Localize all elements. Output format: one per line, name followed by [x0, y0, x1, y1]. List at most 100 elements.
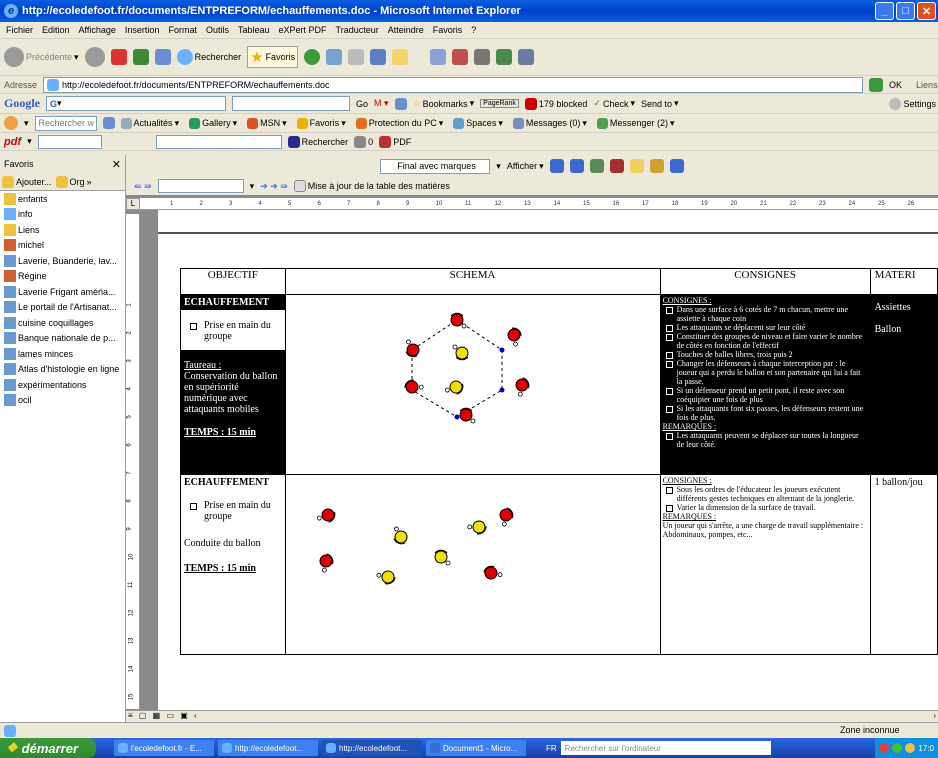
menu-item-7[interactable]: eXPert PDF [279, 25, 327, 35]
settings-button[interactable]: Settings [889, 97, 936, 110]
pdf-count-button[interactable]: 0 [354, 135, 373, 148]
menu-item-11[interactable]: ? [471, 25, 476, 35]
update-toc-button[interactable]: Mise à jour de la table des matières [293, 180, 450, 192]
favorite-item[interactable]: cuisine coquillages [0, 315, 125, 331]
taskbar-task-0[interactable]: l'ecoledefoot.fr - E... [114, 740, 214, 756]
horizontal-scrollbar[interactable]: ≡ ▢ ▦ ▭ ▣ ‹ › [126, 710, 938, 722]
home-icon[interactable] [154, 49, 171, 65]
favorite-item[interactable]: expérimentations [0, 377, 125, 393]
folder-icon[interactable] [392, 49, 409, 65]
edit-icon[interactable] [370, 49, 387, 65]
tray-icon-3[interactable] [905, 743, 916, 753]
menu-item-5[interactable]: Outils [206, 25, 229, 35]
popup-blocker-button[interactable]: 179 blocked [524, 97, 587, 110]
menu-item-0[interactable]: Fichier [6, 25, 33, 35]
close-button[interactable]: ✕ [917, 2, 936, 20]
pdf-button[interactable]: PDF [379, 135, 411, 148]
view-buttons[interactable]: ≡ ▢ ▦ ▭ ▣ ‹ [128, 711, 199, 720]
menu-item-3[interactable]: Insertion [125, 25, 160, 35]
organize-button[interactable]: Org » [55, 175, 92, 188]
tool-icon-2[interactable] [452, 49, 469, 65]
favorite-item[interactable]: Banque nationale de p... [0, 331, 125, 347]
accept-change-icon[interactable] [589, 159, 604, 173]
menu-item-10[interactable]: Favoris [433, 25, 463, 35]
forward-button[interactable] [84, 47, 105, 67]
language-indicator[interactable]: FR [546, 744, 557, 753]
links-button[interactable]: Liens [916, 80, 938, 90]
menu-item-4[interactable]: Format [168, 25, 197, 35]
start-button[interactable]: ❖ démarrer [0, 738, 96, 758]
taskbar-task-3[interactable]: Document1 - Micro... [426, 740, 526, 756]
scroll-right-button[interactable]: › [933, 711, 936, 720]
favorite-item[interactable]: ocil [0, 393, 125, 409]
search-button[interactable]: Rechercher [176, 49, 241, 65]
back-button[interactable]: Précédente ▾ [4, 47, 79, 67]
print-icon[interactable] [348, 49, 365, 65]
msn-search-input[interactable]: Rechercher w [34, 115, 97, 131]
taskbar-task-2[interactable]: http://ecoledefoot... [322, 740, 422, 756]
demote-icon[interactable]: ➔ ➔ ⇛ [260, 181, 288, 192]
go-arrow-icon[interactable] [869, 77, 884, 92]
favorite-item[interactable]: Régine [0, 269, 125, 285]
stop-icon[interactable] [110, 49, 127, 65]
reject-change-icon[interactable] [609, 159, 624, 173]
favorite-item[interactable]: Le portail de l'Artisanat... [0, 300, 125, 316]
display-mode-select[interactable]: Final avec marques [380, 158, 491, 174]
google-search-field[interactable] [232, 96, 350, 111]
outline-level-select[interactable] [157, 179, 244, 193]
favorite-item[interactable]: info [0, 207, 125, 223]
tool-icon-5[interactable] [518, 49, 535, 65]
favorites-button[interactable]: ★ Favoris [247, 46, 299, 68]
msn-search-icon[interactable] [102, 117, 115, 129]
menu-item-2[interactable]: Affichage [79, 25, 116, 35]
mail-icon[interactable] [326, 49, 343, 65]
favorite-item[interactable]: Laverie Frigant améńa... [0, 284, 125, 300]
msn-item-5[interactable]: Spaces ▾ [453, 117, 503, 129]
comment-icon[interactable] [629, 159, 644, 173]
close-favorites-icon[interactable]: ✕ [112, 158, 121, 171]
google-tool-icon[interactable] [394, 97, 407, 110]
tool-icon-4[interactable] [496, 49, 513, 65]
tool-icon-3[interactable] [474, 49, 491, 65]
favorite-item[interactable]: michel [0, 238, 125, 254]
favorite-item[interactable]: Liens [0, 222, 125, 238]
menu-item-6[interactable]: Tableau [238, 25, 270, 35]
msn-item-0[interactable]: Actualités ▾ [120, 117, 179, 129]
taskbar-task-1[interactable]: http://ecoledefoot... [218, 740, 318, 756]
tool-icon-1[interactable] [430, 49, 447, 65]
go-button[interactable]: Go [356, 99, 368, 109]
address-input[interactable]: http://ecoledefoot.fr/documents/ENTPREFO… [43, 76, 864, 93]
reviewing-pane-icon[interactable] [669, 159, 684, 173]
promote-icon[interactable]: ⇚ ⇛ [134, 181, 152, 192]
track-changes-icon[interactable] [649, 159, 664, 173]
msn-item-7[interactable]: Messenger (2) ▾ [596, 117, 674, 129]
msn-item-1[interactable]: Gallery ▾ [189, 117, 237, 129]
favorite-item[interactable]: Atlas d'histologie en ligne [0, 362, 125, 378]
gmail-icon[interactable]: M ▾ [374, 98, 389, 109]
maximize-button[interactable]: □ [896, 2, 915, 20]
next-change-icon[interactable] [569, 159, 584, 173]
sendto-button[interactable]: Send to ▾ [641, 98, 679, 109]
ok-button[interactable]: OK [889, 80, 902, 90]
pdf-search-field[interactable] [155, 134, 282, 149]
history-icon[interactable] [304, 49, 321, 65]
bookmarks-button[interactable]: ☆ Bookmarks ▾ [413, 98, 475, 109]
favorite-item[interactable]: Laverie, Buanderie, lav... [0, 253, 125, 269]
tray-icon-2[interactable] [892, 743, 903, 753]
msn-item-2[interactable]: MSN ▾ [247, 117, 287, 129]
msn-butterfly-icon[interactable] [4, 116, 18, 130]
check-button[interactable]: ✓ Check ▾ [593, 98, 635, 109]
minimize-button[interactable]: _ [875, 2, 894, 20]
pagerank-button[interactable]: PageRank [480, 99, 519, 108]
tray-icon-1[interactable] [879, 743, 890, 753]
prev-change-icon[interactable] [549, 159, 564, 173]
menu-item-1[interactable]: Edition [42, 25, 70, 35]
msn-item-4[interactable]: Protection du PC ▾ [355, 117, 443, 129]
google-search-input[interactable]: G ▾ [46, 96, 226, 111]
favorite-item[interactable]: enfants [0, 191, 125, 207]
menu-item-9[interactable]: Atteindre [388, 25, 424, 35]
menu-item-8[interactable]: Traducteur [336, 25, 379, 35]
desktop-search-input[interactable]: Rechercher sur l'ordinateur [560, 741, 771, 755]
favorite-item[interactable]: lames minces [0, 346, 125, 362]
refresh-icon[interactable] [132, 49, 149, 65]
